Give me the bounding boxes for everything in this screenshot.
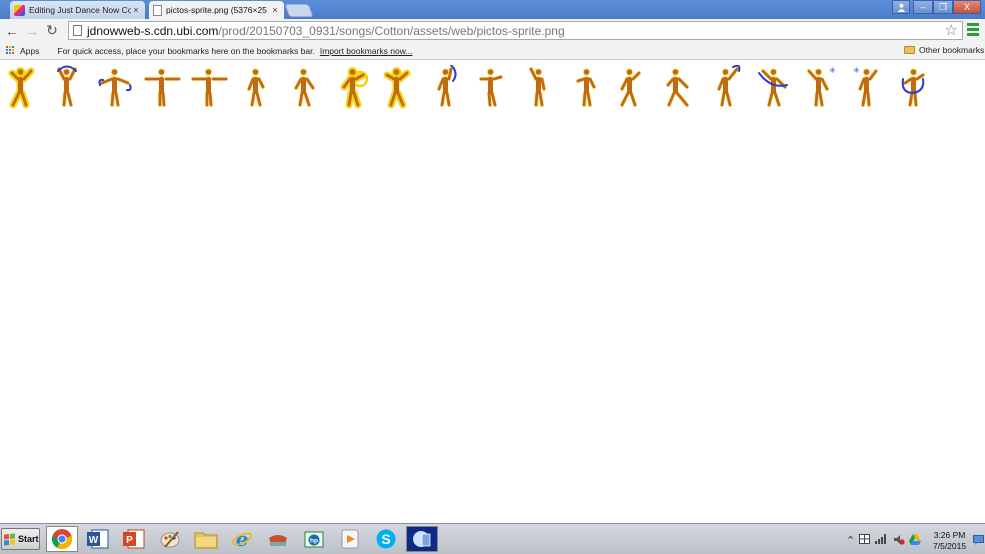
system-tray: ⌃ 3:26 PM 7/5/2015 [843, 526, 985, 553]
taskbar-mail[interactable] [262, 526, 294, 552]
network-signal-icon[interactable] [875, 534, 887, 544]
taskbar-internet-explorer[interactable]: e [226, 526, 258, 552]
media-player-icon [341, 529, 359, 549]
mail-icon [269, 535, 287, 546]
back-arrow-icon: ← [5, 22, 19, 39]
bookmarks-bar: Apps For quick access, place your bookma… [0, 42, 985, 60]
svg-text:hp: hp [310, 538, 318, 545]
chrome-menu-button[interactable] [967, 23, 979, 36]
dance-pictogram [246, 68, 266, 108]
user-icon [897, 3, 905, 12]
taskbar-paint[interactable] [154, 526, 186, 552]
taskbar-skype[interactable]: S [370, 526, 402, 552]
windows-logo-icon [4, 532, 15, 546]
other-bookmarks-folder[interactable]: Other bookmarks [904, 45, 984, 55]
svg-text:✳: ✳ [829, 66, 836, 75]
dance-pictogram [143, 68, 182, 108]
dance-pictogram [478, 68, 504, 108]
chrome-icon [51, 529, 73, 550]
window-tray-icon[interactable] [859, 534, 870, 544]
minimize-button[interactable]: – [913, 0, 933, 14]
dance-pictogram [56, 65, 78, 108]
svg-text:W: W [89, 535, 99, 546]
apps-shortcut[interactable]: Apps [20, 46, 39, 56]
svg-text:P: P [126, 535, 133, 546]
image-viewer: ✳ ✳ [0, 61, 985, 523]
dance-pictogram: ✳ [806, 66, 836, 108]
dance-pictogram [436, 65, 457, 108]
dance-pictogram [340, 67, 369, 109]
word-icon: W [87, 529, 109, 549]
browser-toolbar: ← → ↻ jdnowweb-s.cdn.ubi.com/prod/201507… [0, 19, 985, 42]
paint-icon [160, 531, 180, 548]
tab-close-icon[interactable]: × [270, 5, 280, 15]
url-host: jdnowweb-s.cdn.ubi.com [87, 23, 219, 38]
notifications-icon[interactable] [973, 535, 984, 545]
system-clock[interactable]: 3:26 PM 7/5/2015 [933, 530, 966, 552]
file-explorer-icon [194, 532, 218, 549]
dance-pictogram [619, 68, 642, 108]
browser-titlebar: Editing Just Dance Now Co × pictos-sprit… [0, 0, 985, 19]
just-dance-favicon-icon [14, 4, 25, 16]
dance-pictogram [901, 68, 926, 108]
bookmark-star-icon[interactable]: ☆ [945, 21, 958, 39]
close-window-button[interactable]: X [953, 0, 981, 14]
apps-grid-icon[interactable] [6, 46, 15, 55]
tab-editing-just-dance[interactable]: Editing Just Dance Now Co × [10, 1, 145, 19]
svg-text:S: S [381, 531, 390, 547]
dance-pictogram [528, 66, 547, 108]
svg-text:✳: ✳ [853, 66, 860, 75]
dance-pictogram: ✳ [853, 66, 879, 108]
dance-pictogram [575, 68, 597, 108]
folder-icon [904, 46, 915, 54]
powerpoint-icon: P [123, 529, 145, 549]
start-button[interactable]: Start [1, 528, 40, 550]
dance-pictogram [665, 68, 690, 108]
back-button[interactable]: ← [2, 21, 22, 41]
reload-icon: ↻ [46, 22, 58, 38]
user-profile-button[interactable] [892, 0, 910, 14]
forward-button[interactable]: → [22, 21, 42, 41]
internet-explorer-icon: e [232, 528, 252, 550]
windows-taskbar: Start W P e hp S ⌃ 3:26 PM 7/5/2015 [0, 523, 985, 554]
new-tab-button[interactable] [284, 4, 314, 17]
svg-text:e: e [236, 528, 249, 550]
hp-icon: hp [304, 531, 324, 548]
taskbar-powerpoint[interactable]: P [118, 526, 150, 552]
url-path: /prod/20150703_0931/songs/Cotton/assets/… [218, 23, 565, 38]
dance-pictogram [8, 67, 35, 109]
dance-pictogram [293, 68, 316, 108]
page-favicon-icon [153, 4, 162, 16]
app-window-icon [413, 531, 431, 547]
tab-close-icon[interactable]: × [131, 5, 141, 15]
dance-pictogram [190, 68, 229, 108]
dance-pictogram [716, 65, 741, 108]
forward-arrow-icon: → [25, 22, 39, 39]
bookmarks-hint: For quick access, place your bookmarks h… [57, 45, 315, 56]
address-bar[interactable]: jdnowweb-s.cdn.ubi.com/prod/20150703_093… [68, 21, 963, 40]
google-drive-icon[interactable] [909, 534, 921, 545]
taskbar-hp[interactable]: hp [298, 526, 330, 552]
page-icon [73, 25, 82, 36]
tab-pictos-sprite[interactable]: pictos-sprite.png (5376×25 × [149, 1, 284, 19]
restore-button[interactable]: ❐ [933, 0, 953, 14]
taskbar-word[interactable]: W [82, 526, 114, 552]
skype-icon: S [376, 529, 396, 549]
dance-pictogram [98, 68, 132, 108]
show-hidden-icons-icon[interactable]: ⌃ [846, 534, 855, 547]
reload-button[interactable]: ↻ [42, 21, 62, 41]
volume-muted-icon[interactable] [893, 534, 905, 545]
taskbar-app-window[interactable] [406, 526, 438, 552]
dance-pictogram [758, 68, 788, 108]
import-bookmarks-link[interactable]: Import bookmarks now... [320, 46, 413, 56]
taskbar-chrome[interactable] [46, 526, 78, 552]
taskbar-media-player[interactable] [334, 526, 366, 552]
taskbar-file-explorer[interactable] [190, 526, 222, 552]
dance-pictogram [383, 67, 411, 109]
